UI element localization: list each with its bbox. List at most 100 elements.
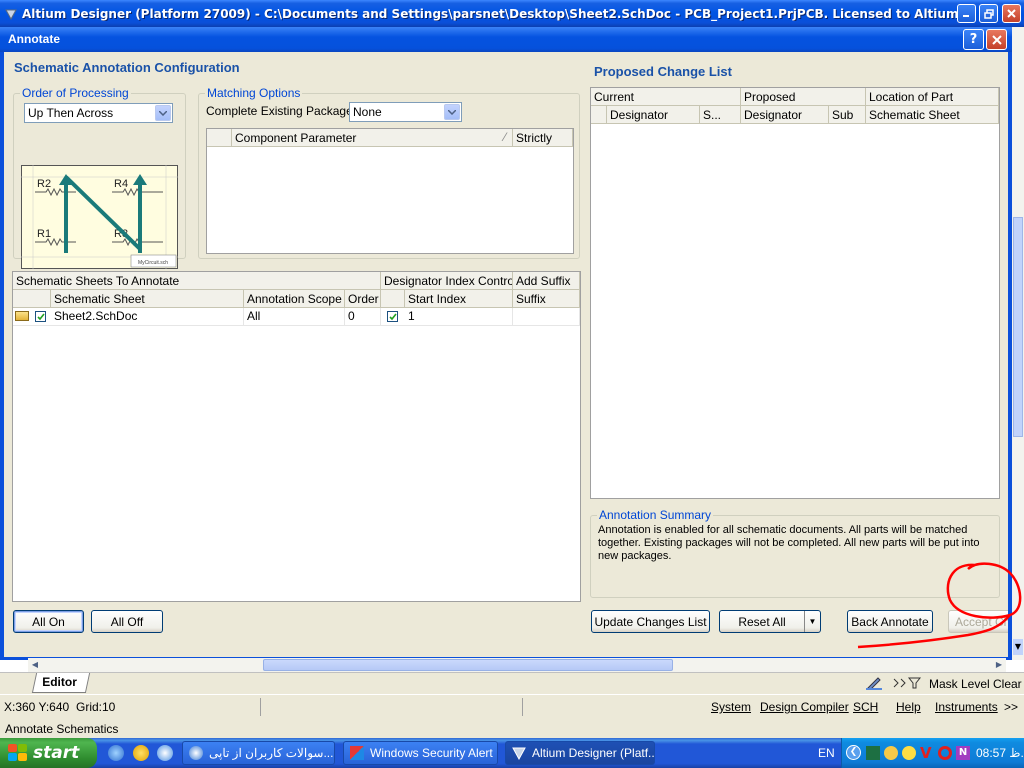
app-close-button[interactable] bbox=[1002, 4, 1021, 23]
tray-arrow-icon[interactable]: ❮ bbox=[846, 745, 861, 760]
tray-opera-icon[interactable] bbox=[938, 746, 952, 760]
complete-packages-label: Complete Existing Packages bbox=[206, 104, 359, 118]
all-on-button[interactable]: All On bbox=[13, 610, 84, 633]
sheet-document-icon bbox=[15, 311, 29, 321]
tray-smiley-icon[interactable] bbox=[902, 746, 916, 760]
scroll-left-icon[interactable]: ◀ bbox=[28, 658, 42, 672]
panel-help[interactable]: Help bbox=[896, 700, 921, 714]
column-label: Component Parameter bbox=[235, 131, 357, 145]
column-header-order[interactable]: Order bbox=[345, 290, 381, 308]
scroll-right-icon[interactable]: ▶ bbox=[992, 658, 1006, 672]
diagram-label: R2 bbox=[37, 178, 51, 190]
column-header-annotation-scope[interactable]: Annotation Scope bbox=[244, 290, 345, 308]
update-changes-button[interactable]: Update Changes List bbox=[591, 610, 710, 633]
start-index-cell[interactable]: 1 bbox=[405, 308, 513, 325]
tray-excel-icon[interactable] bbox=[866, 746, 880, 760]
filter-icon[interactable] bbox=[892, 676, 922, 690]
panel-sch[interactable]: SCH bbox=[853, 700, 878, 714]
start-label: start bbox=[33, 743, 80, 763]
help-icon: ? bbox=[969, 32, 978, 47]
diagram-label: R1 bbox=[37, 228, 51, 240]
column-label: Order bbox=[348, 292, 379, 306]
taskbar-item-label: Windows Security Alert bbox=[370, 746, 493, 760]
sheet-name-cell[interactable]: Sheet2.SchDoc bbox=[51, 308, 244, 325]
editor-horizontal-scrollbar[interactable]: ◀ ▶ bbox=[28, 658, 1006, 672]
column-header-strictly[interactable]: Strictly bbox=[513, 129, 573, 147]
column-label: Schematic Sheet bbox=[869, 108, 960, 122]
order-cell[interactable]: 0 bbox=[345, 308, 381, 325]
group-header-label: Add Suffix bbox=[516, 274, 571, 288]
taskbar-item-label: سوالات کاربران از تاپی... bbox=[209, 746, 334, 760]
proposed-change-grid[interactable]: Current Proposed Location of Part Design… bbox=[590, 87, 1000, 499]
diagram-caption: MyCircuit.sch bbox=[138, 260, 168, 266]
tab-editor[interactable]: Editor bbox=[31, 673, 91, 693]
column-label: Strictly bbox=[516, 131, 552, 145]
group-header-label: Current bbox=[594, 90, 635, 104]
help-button[interactable]: ? bbox=[963, 29, 984, 50]
sheet-include-checkbox[interactable] bbox=[35, 311, 46, 322]
column-header-proposed-sub[interactable]: Sub bbox=[829, 106, 866, 124]
language-indicator[interactable]: EN bbox=[818, 746, 835, 760]
status-divider bbox=[522, 698, 523, 716]
group-header-label: Proposed bbox=[744, 90, 796, 104]
column-label: Schematic Sheet bbox=[54, 292, 145, 306]
grid-size: Grid:10 bbox=[76, 700, 116, 714]
component-parameter-grid[interactable]: Component Parameter ⁄ Strictly bbox=[206, 128, 574, 254]
clear-button[interactable]: Clear bbox=[993, 677, 1022, 691]
scrollbar-thumb[interactable] bbox=[1013, 217, 1023, 437]
minimize-button[interactable] bbox=[957, 4, 976, 23]
group-header-add-suffix: Add Suffix bbox=[513, 272, 580, 290]
order-combo[interactable]: Up Then Across bbox=[24, 103, 173, 123]
panel-design-compiler[interactable]: Design Compiler bbox=[760, 700, 849, 714]
quicklaunch-ie-icon[interactable] bbox=[108, 745, 124, 761]
column-header-schematic-sheet[interactable]: Schematic Sheet bbox=[51, 290, 244, 308]
index-control-checkbox[interactable] bbox=[387, 311, 398, 322]
annotation-scope-cell[interactable]: All bbox=[244, 308, 345, 325]
suffix-cell[interactable] bbox=[513, 308, 580, 325]
all-off-button[interactable]: All Off bbox=[91, 610, 163, 633]
restore-button[interactable] bbox=[979, 4, 998, 23]
panel-instruments[interactable]: Instruments bbox=[935, 700, 998, 714]
clock[interactable]: 08:57 ب.ظ bbox=[976, 746, 1024, 760]
status-message: Annotate Schematics bbox=[5, 722, 119, 736]
column-header-current-designator[interactable]: Designator bbox=[607, 106, 700, 124]
column-header-suffix[interactable]: Suffix bbox=[513, 290, 580, 308]
chevron-down-icon[interactable]: ▼ bbox=[804, 611, 820, 632]
reset-all-button[interactable]: Reset All ▼ bbox=[719, 610, 821, 633]
schematic-sheets-grid[interactable]: Schematic Sheets To Annotate Designator … bbox=[12, 271, 581, 602]
column-header-proposed-designator[interactable]: Designator bbox=[741, 106, 829, 124]
taskbar-item-altium[interactable]: Altium Designer (Platf... bbox=[505, 741, 655, 765]
column-label: Designator bbox=[744, 108, 803, 122]
start-button[interactable]: start bbox=[0, 738, 97, 768]
column-header-blank bbox=[13, 290, 51, 308]
group-header-current: Current bbox=[591, 88, 741, 106]
column-label: S... bbox=[703, 108, 722, 122]
tray-onenote-icon[interactable]: N bbox=[956, 746, 970, 760]
panel-system[interactable]: System bbox=[711, 700, 751, 714]
column-header-start-index[interactable]: Start Index bbox=[405, 290, 513, 308]
tray-messenger-icon[interactable] bbox=[884, 746, 898, 760]
column-header-schematic-sheet[interactable]: Schematic Sheet bbox=[866, 106, 999, 124]
scrollbar-thumb[interactable] bbox=[263, 659, 673, 671]
column-header-current-sub[interactable]: S... bbox=[700, 106, 741, 124]
column-header-component-parameter[interactable]: Component Parameter ⁄ bbox=[232, 129, 513, 147]
table-row[interactable]: Sheet2.SchDoc All 0 1 bbox=[13, 308, 580, 326]
processing-order-diagram: R2 R4 R1 R3 MyCircuit.sch bbox=[21, 165, 178, 269]
column-header-index-check bbox=[381, 290, 405, 308]
taskbar-item-forum[interactable]: سوالات کاربران از تاپی... bbox=[182, 741, 335, 765]
complete-packages-value: None bbox=[353, 105, 382, 119]
shield-icon bbox=[350, 746, 364, 760]
mask-level-button[interactable]: Mask Level bbox=[929, 677, 990, 691]
dialog-close-button[interactable] bbox=[986, 29, 1007, 50]
tray-antivirus-icon[interactable]: V bbox=[920, 745, 934, 761]
pencil-icon[interactable] bbox=[866, 676, 882, 691]
group-header-sheets: Schematic Sheets To Annotate bbox=[13, 272, 381, 290]
diagram-label: R4 bbox=[114, 178, 128, 190]
complete-packages-combo[interactable]: None bbox=[349, 102, 462, 122]
panel-more[interactable]: >> bbox=[1004, 700, 1018, 714]
taskbar-item-security-alert[interactable]: Windows Security Alert bbox=[343, 741, 498, 765]
quicklaunch-messenger-icon[interactable] bbox=[133, 745, 149, 761]
altium-app-icon[interactable] bbox=[4, 7, 18, 21]
quicklaunch-browser-icon[interactable] bbox=[157, 745, 173, 761]
close-icon bbox=[1007, 9, 1016, 18]
